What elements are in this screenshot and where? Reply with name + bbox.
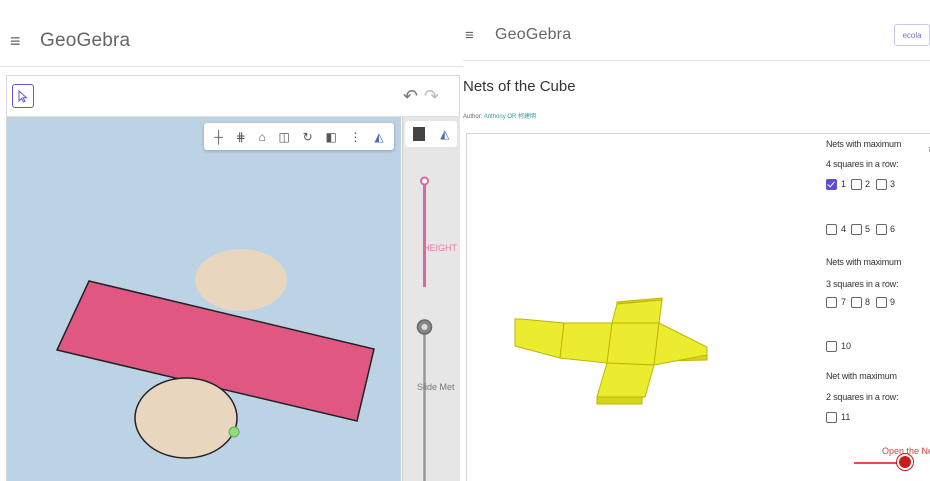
checkbox-8[interactable]: [851, 297, 862, 308]
header-button[interactable]: ecola: [894, 24, 930, 46]
checkbox-9[interactable]: [876, 297, 887, 308]
green-point[interactable]: [228, 426, 240, 438]
group1-title: Nets with maximum: [826, 139, 902, 149]
group1-subtitle: 4 squares in a row:: [826, 159, 899, 169]
checkbox-label-1: 1: [841, 179, 847, 189]
author-name[interactable]: Anthony OR 柯建明: [484, 114, 536, 120]
3d-graphics-canvas[interactable]: ┼ ⋕ ⌂ ◫ ↻ ◧ ⋮ ◭: [7, 117, 401, 481]
open-net-slider-knob[interactable]: [899, 456, 911, 468]
checkbox-10[interactable]: [826, 341, 837, 352]
checkbox-2[interactable]: [851, 179, 862, 190]
side-panel: ◭ HEIGHT Slide Met: [402, 117, 460, 481]
controls-panel: Nets with maximum 4 squares in a row: ↻ …: [824, 134, 930, 481]
hamburger-menu-icon[interactable]: ≡: [465, 27, 487, 44]
left-header: ≡ GeoGebra: [0, 16, 463, 67]
height-slider-knob[interactable]: [420, 176, 429, 186]
right-header: ≡ GeoGebra ecola: [463, 10, 930, 61]
checkbox-label-5: 5: [865, 224, 871, 234]
checkbox-11[interactable]: [826, 412, 837, 423]
checkbox-label-3: 3: [890, 179, 896, 189]
checkbox-label-7: 7: [841, 297, 847, 307]
tool-bar: ↶↷: [7, 76, 459, 117]
checkbox-label-4: 4: [841, 224, 847, 234]
move-cursor-icon[interactable]: [12, 84, 34, 108]
top-ellipse[interactable]: [195, 249, 287, 311]
checkbox-3[interactable]: [876, 179, 887, 190]
bottom-ellipse[interactable]: [134, 377, 238, 459]
net-face-1: [514, 318, 565, 359]
checkbox-6[interactable]: [876, 224, 887, 235]
checkbox-label-9: 9: [890, 297, 896, 307]
redo-icon[interactable]: ↷: [424, 86, 445, 106]
checkbox-1[interactable]: [826, 179, 837, 190]
checkbox-label-8: 8: [865, 297, 871, 307]
left-geogebra-window: ≡ GeoGebra ↶↷ ┼ ⋕ ⌂ ◫ ↻ ◧ ⋮ ◭ ◭ HEIGHT S…: [0, 0, 463, 481]
slider-graphics: [416, 176, 433, 481]
checkbox-5[interactable]: [851, 224, 862, 235]
checkbox-label-6: 6: [890, 224, 896, 234]
height-slider-label: HEIGHT: [423, 243, 458, 253]
checkbox-label-10: 10: [841, 341, 852, 351]
applet-frame: ↶↷ ┼ ⋕ ⌂ ◫ ↻ ◧ ⋮ ◭ ◭ HEIGHT Slide Met: [6, 75, 460, 481]
slide-slider-label: Slide Met: [417, 382, 455, 392]
applet-board: Nets with maximum 4 squares in a row: ↻ …: [466, 133, 930, 481]
checkbox-label-11: 11: [841, 412, 851, 422]
group2-title: Nets with maximum: [826, 257, 902, 267]
author-line: Author: Anthony OR 柯建明: [463, 111, 536, 120]
brand-logo: GeoGebra: [495, 26, 572, 43]
net-face-top: [611, 299, 663, 324]
net-face-bottom: [596, 362, 655, 398]
group2-subtitle: 3 squares in a row:: [826, 279, 899, 289]
3d-scene: [55, 249, 375, 459]
net-face-2: [559, 322, 613, 364]
cube-net-view[interactable]: [467, 134, 823, 481]
group3-subtitle: 2 squares in a row:: [826, 392, 899, 402]
checkbox-4[interactable]: [826, 224, 837, 235]
checkbox-7[interactable]: [826, 297, 837, 308]
group3-title: Net with maximum: [826, 371, 897, 381]
net-face-3: [606, 322, 660, 366]
undo-icon[interactable]: ↶: [403, 86, 424, 106]
page-title: Nets of the Cube: [463, 78, 576, 95]
hamburger-menu-icon[interactable]: ≡: [10, 31, 32, 52]
brand-logo: GeoGebra: [40, 30, 131, 51]
right-geogebra-window: ≡ GeoGebra ecola Nets of the Cube Author…: [463, 0, 930, 481]
open-net-label: Open the Net: [882, 446, 930, 456]
author-prefix: Author:: [463, 114, 483, 120]
undo-redo-group: ↶↷: [403, 86, 445, 107]
checkbox-label-2: 2: [865, 179, 871, 189]
